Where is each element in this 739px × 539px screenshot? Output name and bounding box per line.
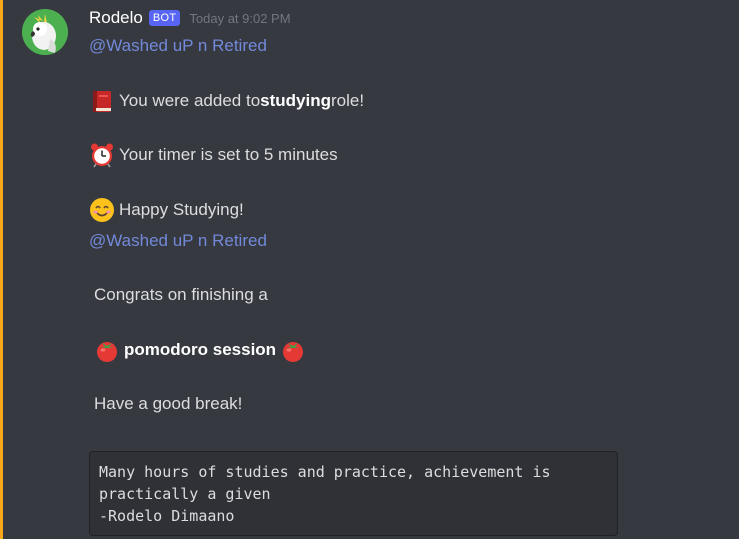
timer-text: Your timer is set to 5 minutes — [119, 145, 338, 164]
message-header: Rodelo BOT Today at 9:02 PM — [89, 7, 291, 29]
message-accent-bar — [0, 0, 3, 539]
role-added-line: You were added to studying role! — [89, 88, 364, 114]
timer-line: Your timer is set to 5 minutes — [89, 142, 338, 168]
author-name[interactable]: Rodelo — [89, 8, 143, 28]
pomodoro-line: pomodoro session — [94, 337, 306, 363]
role-name: studying — [260, 91, 331, 110]
pomodoro-text: pomodoro session — [124, 340, 277, 359]
congrats-text: Congrats on finishing a — [94, 285, 268, 304]
bot-badge: BOT — [148, 10, 181, 26]
tomato-icon — [94, 337, 120, 363]
quote-line-1: Many hours of studies and practice, achi… — [99, 463, 551, 481]
smiling-face-icon — [89, 197, 115, 223]
quote-code-block[interactable]: Many hours of studies and practice, achi… — [89, 451, 618, 536]
happy-studying-text: Happy Studying! — [119, 200, 244, 219]
role-text-suffix: role! — [331, 91, 365, 110]
user-mention-2[interactable]: @Washed uP n Retired — [89, 230, 267, 252]
role-text-prefix: You were added to — [119, 91, 261, 110]
cockatoo-icon — [22, 9, 68, 55]
alarm-clock-icon — [89, 142, 115, 168]
user-mention[interactable]: @Washed uP n Retired — [89, 35, 267, 57]
happy-studying-line: Happy Studying! — [89, 197, 244, 223]
bot-avatar[interactable] — [22, 9, 68, 55]
quote-author: -Rodelo Dimaano — [99, 507, 235, 525]
good-break-text: Have a good break! — [94, 394, 243, 413]
quote-line-2: practically a given — [99, 485, 271, 503]
message-timestamp[interactable]: Today at 9:02 PM — [189, 11, 290, 26]
closed-book-icon — [89, 88, 115, 114]
tomato-icon — [280, 337, 306, 363]
